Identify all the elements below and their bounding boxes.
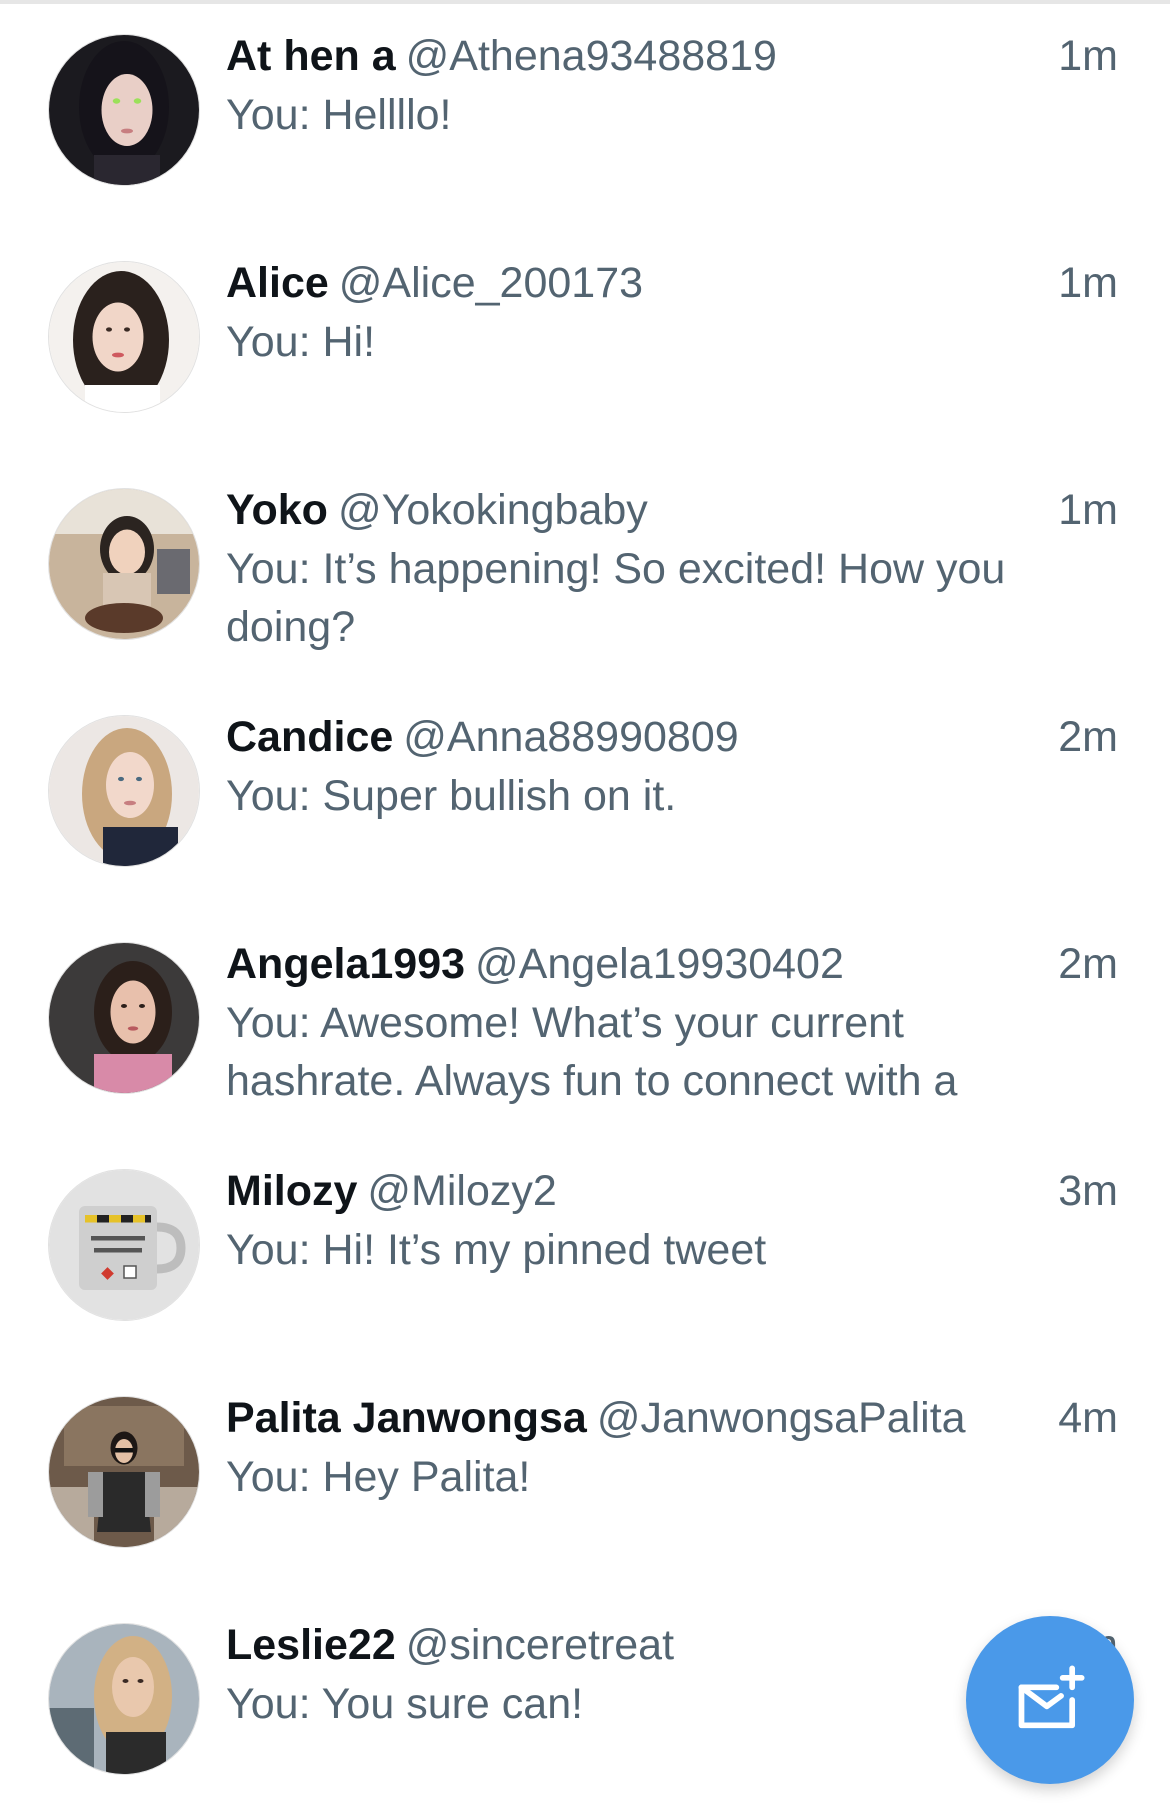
- avatar[interactable]: [48, 34, 200, 186]
- conversation-text: Alice @Alice_200173 You: Hi!: [226, 253, 1056, 371]
- display-name: Leslie22: [226, 1621, 396, 1669]
- display-name: Palita Janwongsa: [226, 1394, 587, 1442]
- jet-fuel-mug-icon: [49, 1170, 199, 1320]
- timestamp: 1m: [1058, 259, 1118, 307]
- avatar[interactable]: [48, 1623, 200, 1775]
- conversation-header: Yoko @Yokokingbaby: [226, 480, 1056, 540]
- user-handle: @Milozy2: [367, 1167, 557, 1215]
- profile-photo-icon: [49, 489, 199, 639]
- user-handle: @sinceretreat: [405, 1621, 675, 1669]
- display-name: Candice: [226, 713, 394, 761]
- conversation-text: Palita Janwongsa @JanwongsaPalita You: He…: [226, 1388, 1056, 1506]
- profile-photo-icon: [49, 262, 199, 412]
- conversation-text: Milozy @Milozy2 You: Hi! It’s my pinned t…: [226, 1161, 1056, 1279]
- user-handle: @Angela19930402: [475, 940, 844, 988]
- conversation-row[interactable]: Palita Janwongsa @JanwongsaPalita You: He…: [0, 1362, 1170, 1589]
- conversation-header: Milozy @Milozy2: [226, 1161, 1056, 1221]
- conversation-row[interactable]: Candice @Anna88990809 You: Super bullish …: [0, 681, 1170, 908]
- display-name: Alice: [226, 259, 329, 307]
- conversation-text: At hen a @Athena93488819 You: Hellllo!: [226, 26, 1056, 144]
- profile-photo-icon: [49, 943, 199, 1093]
- conversation-header: Leslie22 @sinceretreat: [226, 1615, 1056, 1675]
- profile-photo-icon: [49, 716, 199, 866]
- display-name: Angela1993: [226, 940, 466, 988]
- user-handle: @JanwongsaPalita: [596, 1394, 966, 1442]
- profile-photo-icon: [49, 1397, 199, 1547]
- avatar[interactable]: [48, 261, 200, 413]
- conversation-row[interactable]: At hen a @Athena93488819 You: Hellllo! 1m: [0, 0, 1170, 227]
- avatar[interactable]: [48, 1169, 200, 1321]
- user-handle: @Athena93488819: [405, 32, 777, 80]
- conversation-row[interactable]: Yoko @Yokokingbaby You: It’s happening! S…: [0, 454, 1170, 681]
- avatar[interactable]: [48, 715, 200, 867]
- avatar[interactable]: [48, 942, 200, 1094]
- conversation-header: Alice @Alice_200173: [226, 253, 1056, 313]
- conversation-text: Candice @Anna88990809 You: Super bullish …: [226, 707, 1056, 825]
- message-preview: You: Hey Palita!: [226, 1453, 531, 1501]
- message-preview: You: You sure can!: [226, 1680, 584, 1728]
- avatar[interactable]: [48, 1396, 200, 1548]
- conversation-text: Angela1993 @Angela19930402 You: Awesome! …: [226, 934, 1056, 1110]
- message-preview: You: It’s happening! So excited! How you…: [226, 545, 1006, 651]
- conversation-text: Yoko @Yokokingbaby You: It’s happening! S…: [226, 480, 1056, 656]
- profile-photo-icon: [49, 1624, 199, 1774]
- profile-photo-icon: [49, 35, 199, 185]
- message-preview: You: Awesome! What’s your current hashra…: [226, 999, 958, 1105]
- timestamp: 2m: [1058, 713, 1118, 761]
- conversation-text: Leslie22 @sinceretreat You: You sure can!: [226, 1615, 1056, 1733]
- conversation-header: At hen a @Athena93488819: [226, 26, 1056, 86]
- conversation-header: Angela1993 @Angela19930402: [226, 934, 1056, 994]
- timestamp: 1m: [1058, 32, 1118, 80]
- avatar[interactable]: [48, 488, 200, 640]
- conversation-row[interactable]: Alice @Alice_200173 You: Hi! 1m: [0, 227, 1170, 454]
- timestamp: 1m: [1058, 486, 1118, 534]
- message-preview: You: Hi! It’s my pinned tweet: [226, 1226, 767, 1274]
- user-handle: @Yokokingbaby: [337, 486, 648, 534]
- user-handle: @Anna88990809: [403, 713, 739, 761]
- message-preview: You: Super bullish on it.: [226, 772, 677, 820]
- new-message-icon: [1018, 1665, 1085, 1729]
- conversation-row[interactable]: Angela1993 @Angela19930402 You: Awesome! …: [0, 908, 1170, 1135]
- user-handle: @Alice_200173: [338, 259, 644, 307]
- conversation-row[interactable]: Milozy @Milozy2 You: Hi! It’s my pinned t…: [0, 1135, 1170, 1362]
- conversation-header: Candice @Anna88990809: [226, 707, 1056, 767]
- display-name: Yoko: [226, 486, 328, 534]
- display-name: At hen a: [226, 32, 396, 80]
- message-preview: You: Hellllo!: [226, 91, 452, 139]
- timestamp: 4m: [1058, 1394, 1118, 1442]
- timestamp: 3m: [1058, 1167, 1118, 1215]
- conversation-header: Palita Janwongsa @JanwongsaPalita: [226, 1388, 1056, 1448]
- timestamp: 2m: [1058, 940, 1118, 988]
- conversation-list: At hen a @Athena93488819 You: Hellllo! 1m…: [0, 0, 1170, 1801]
- display-name: Milozy: [226, 1167, 358, 1215]
- message-preview: You: Hi!: [226, 318, 376, 366]
- new-message-button[interactable]: [966, 1616, 1134, 1784]
